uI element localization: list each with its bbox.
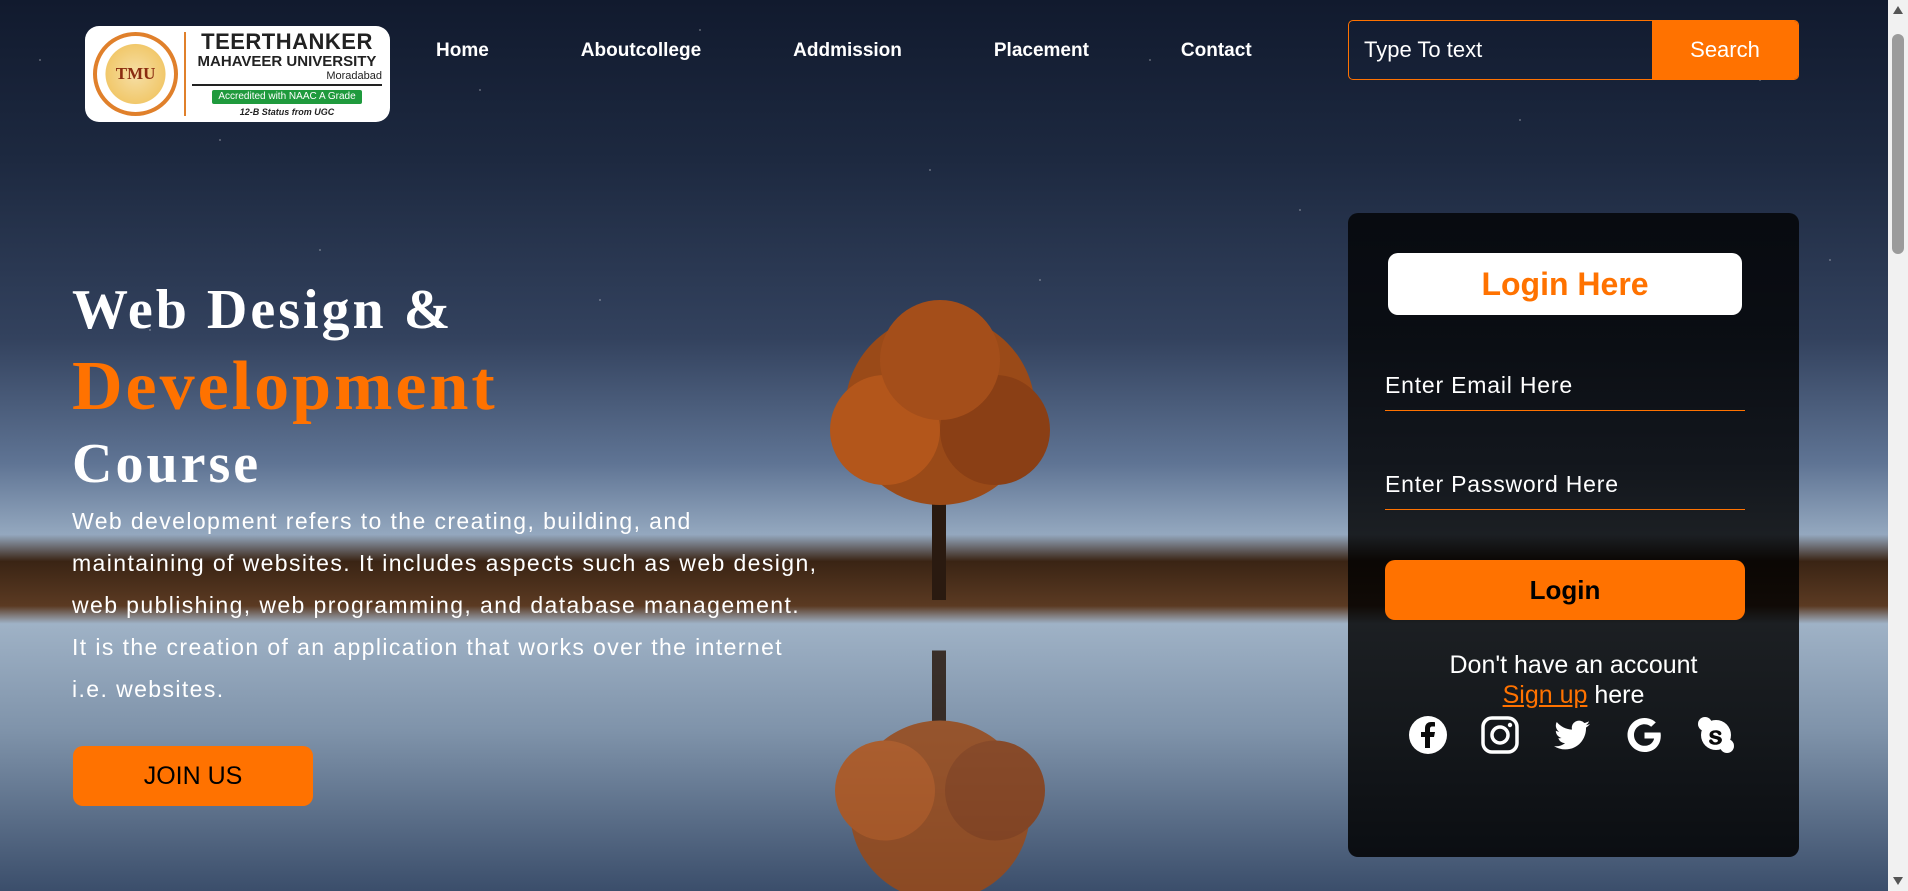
- logo-text: TEERTHANKER MAHAVEER UNIVERSITY Moradaba…: [192, 31, 382, 117]
- hero-description: Web development refers to the creating, …: [72, 508, 818, 702]
- signup-prompt: Don't have an account Sign up here: [1348, 650, 1799, 710]
- logo-title-line1: TEERTHANKER: [201, 29, 373, 54]
- signup-suffix: here: [1587, 681, 1645, 709]
- instagram-icon[interactable]: [1480, 715, 1520, 755]
- nav-home[interactable]: Home: [436, 40, 489, 62]
- login-button[interactable]: Login: [1385, 560, 1745, 620]
- tree-illustration: [830, 300, 1050, 600]
- facebook-icon[interactable]: [1408, 715, 1448, 755]
- hero-title-line1: Web Design &: [72, 279, 454, 341]
- main-nav: Home Aboutcollege Addmission Placement C…: [436, 40, 1252, 62]
- password-field[interactable]: [1385, 460, 1745, 510]
- join-us-button[interactable]: JOIN US: [73, 746, 313, 806]
- scroll-up-icon[interactable]: [1893, 6, 1903, 14]
- nav-aboutcollege[interactable]: Aboutcollege: [581, 40, 701, 62]
- skype-icon[interactable]: [1696, 715, 1736, 755]
- nav-contact[interactable]: Contact: [1181, 40, 1252, 62]
- search-input[interactable]: [1349, 21, 1652, 79]
- university-logo[interactable]: TMU TEERTHANKER MAHAVEER UNIVERSITY Mora…: [85, 26, 390, 122]
- login-heading: Login Here: [1388, 253, 1742, 315]
- naac-badge: Accredited with NAAC A Grade: [212, 90, 362, 104]
- search-bar: Search: [1348, 20, 1799, 80]
- scroll-down-icon[interactable]: [1893, 877, 1903, 885]
- hero-title-line3: Course: [72, 433, 262, 495]
- email-field[interactable]: [1385, 361, 1745, 411]
- twitter-icon[interactable]: [1552, 715, 1592, 755]
- nav-placement[interactable]: Placement: [994, 40, 1089, 62]
- social-icons: [1408, 715, 1736, 755]
- hero-title: Web Design & Development Course: [72, 275, 498, 499]
- signup-link[interactable]: Sign up: [1503, 681, 1588, 709]
- seal-emblem: TMU: [93, 32, 179, 116]
- signup-line: Sign up here: [1348, 680, 1799, 710]
- nav-addmission[interactable]: Addmission: [793, 40, 902, 62]
- logo-divider: [184, 32, 186, 116]
- search-button[interactable]: Search: [1652, 21, 1798, 79]
- logo-rule: [192, 84, 382, 86]
- google-icon[interactable]: [1624, 715, 1664, 755]
- page-scrollbar[interactable]: [1888, 0, 1908, 891]
- hero-title-line2: Development: [72, 348, 498, 425]
- ugc-status: 12-B Status from UGC: [239, 107, 335, 117]
- no-account-text: Don't have an account: [1449, 651, 1698, 679]
- tree-reflection: [835, 650, 1045, 891]
- logo-title-line2: MAHAVEER UNIVERSITY: [197, 53, 377, 70]
- login-card: Login Here Login Don't have an account S…: [1348, 213, 1799, 857]
- logo-city: Moradabad: [326, 70, 382, 82]
- scrollbar-thumb[interactable]: [1892, 34, 1904, 254]
